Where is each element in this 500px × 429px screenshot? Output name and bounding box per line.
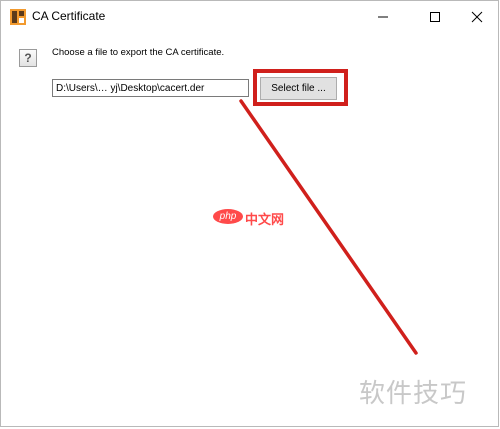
php-watermark-text: 中文网 — [245, 212, 285, 227]
corner-watermark: 软件技巧 — [359, 378, 468, 408]
ca-certificate-window: CA Certificate ? Choose a file to export… — [0, 0, 499, 427]
php-logo: php — [213, 209, 243, 224]
